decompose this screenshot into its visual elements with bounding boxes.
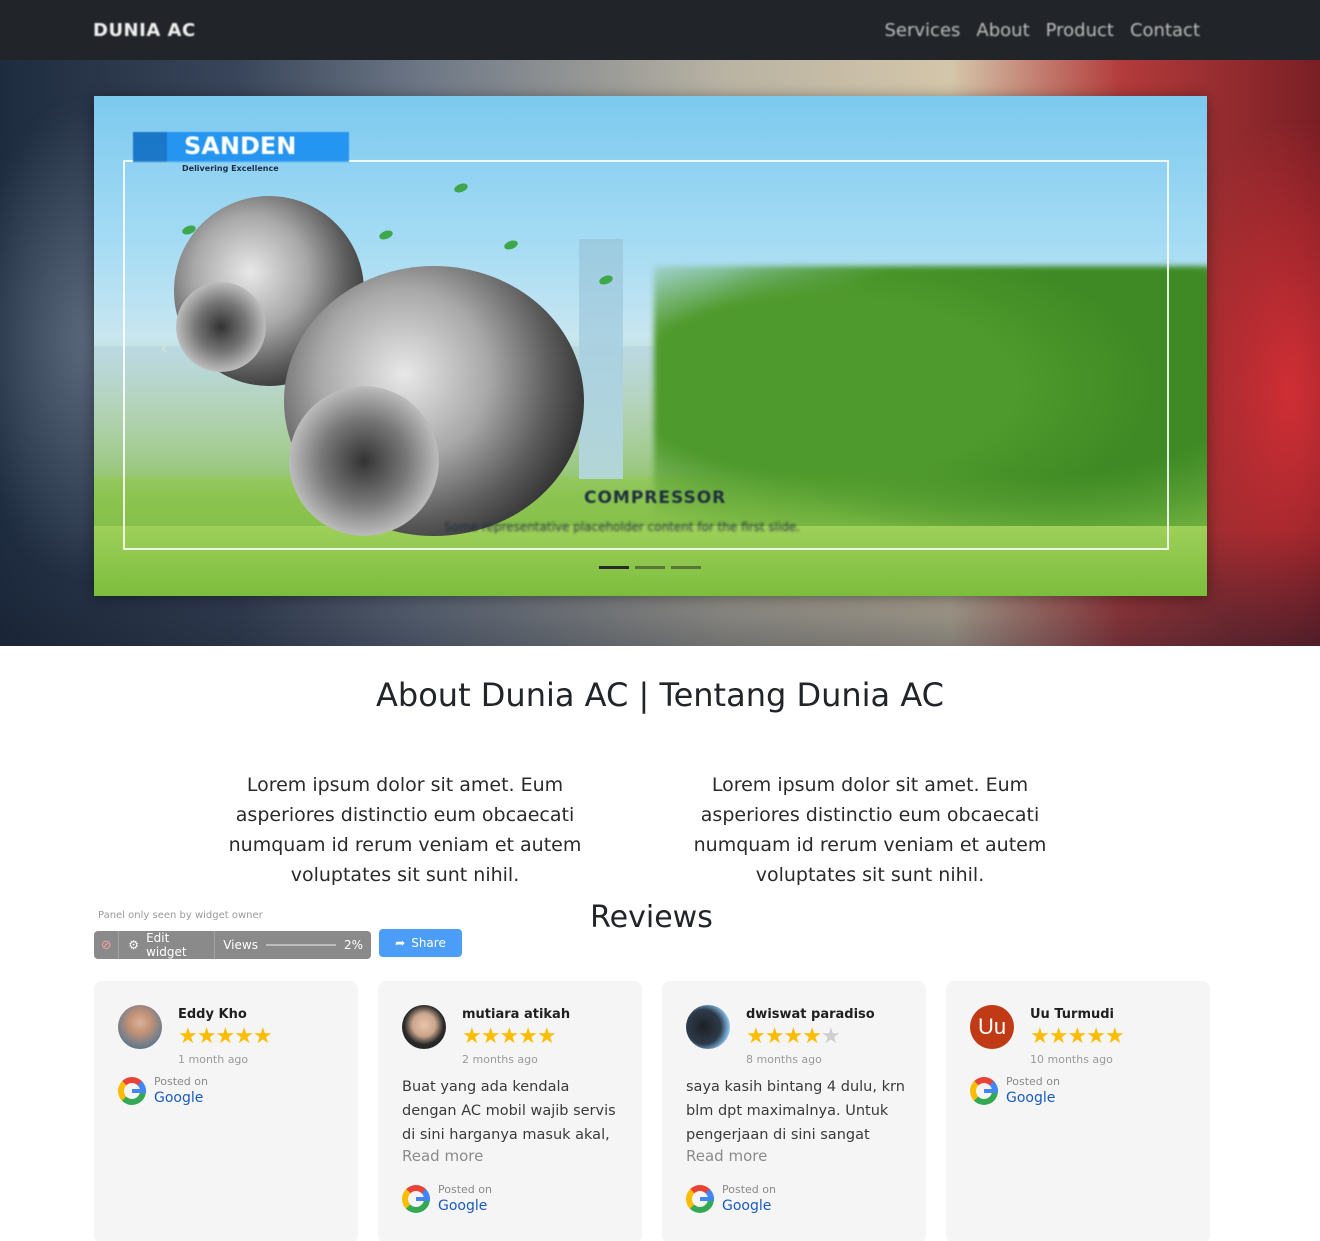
carousel-indicators (599, 566, 701, 569)
google-icon (686, 1185, 714, 1213)
posted-on-google: Posted on Google (118, 1075, 208, 1107)
views-progress-bar (265, 944, 336, 946)
google-icon (970, 1077, 998, 1105)
posted-on-google: Posted on Google (402, 1183, 492, 1215)
nav-links: Services About Product Contact (885, 20, 1201, 41)
avatar: Uu (970, 1005, 1014, 1049)
posted-on-google: Posted on Google (686, 1183, 776, 1215)
star-filled-icon: ★ (1030, 1024, 1050, 1049)
compressor-pulley-large (289, 386, 439, 536)
navbar: DUNIA AC Services About Product Contact (0, 0, 1320, 60)
nav-link-product[interactable]: Product (1046, 20, 1114, 41)
compressor-pulley-small (176, 282, 266, 372)
star-filled-icon: ★ (499, 1024, 519, 1049)
posted-label: Posted on (1006, 1075, 1060, 1088)
star-filled-icon: ★ (1104, 1024, 1125, 1049)
disable-widget-button[interactable]: ⊘ (94, 931, 118, 959)
carousel-indicator-1[interactable] (599, 566, 629, 569)
star-rating: ★★★★★ (1030, 1024, 1125, 1049)
review-text: Buat yang ada kendala dengan AC mobil wa… (402, 1079, 616, 1143)
star-filled-icon: ★ (746, 1024, 766, 1049)
views-meter: Views 2% (215, 938, 371, 952)
google-icon (118, 1077, 146, 1105)
slide-caption-text: Some representative placeholder content … (444, 520, 801, 534)
avatar (118, 1005, 162, 1049)
carousel-indicator-2[interactable] (635, 566, 665, 569)
star-filled-icon: ★ (1048, 1024, 1069, 1049)
read-more-link[interactable]: Read more (402, 1147, 483, 1165)
carousel-prev-button[interactable]: ‹ (160, 336, 168, 360)
star-filled-icon: ★ (252, 1024, 273, 1049)
review-time: 10 months ago (1030, 1053, 1113, 1066)
share-label: Share (411, 936, 446, 950)
star-rating: ★★★★★ (178, 1024, 273, 1049)
star-filled-icon: ★ (536, 1024, 557, 1049)
star-filled-icon: ★ (764, 1024, 785, 1049)
hero-background: SANDEN Delivering Excellence ‹ COMPRESSO… (0, 60, 1320, 646)
brand-logo[interactable]: DUNIA AC (93, 20, 196, 41)
google-icon (402, 1185, 430, 1213)
posted-label: Posted on (438, 1183, 492, 1196)
chevron-left-icon: ‹ (160, 336, 168, 360)
posted-source-link[interactable]: Google (154, 1089, 208, 1107)
star-filled-icon: ★ (234, 1024, 254, 1049)
reviewer-name[interactable]: Uu Turmudi (1030, 1007, 1114, 1022)
nav-link-services[interactable]: Services (885, 20, 961, 41)
star-filled-icon: ★ (1067, 1024, 1087, 1049)
star-filled-icon: ★ (1086, 1024, 1106, 1049)
review-card: Uu Uu Turmudi ★★★★★ 10 months ago Posted… (946, 981, 1210, 1241)
star-filled-icon: ★ (462, 1024, 482, 1049)
widget-owner-toolbar: ⊘ ⚙ Edit widget Views 2% (94, 931, 371, 959)
star-empty-icon: ★ (820, 1024, 841, 1049)
share-button[interactable]: ➦ Share (379, 929, 462, 957)
star-filled-icon: ★ (196, 1024, 217, 1049)
reviewer-name[interactable]: dwiswat paradiso (746, 1007, 875, 1022)
share-arrow-icon: ➦ (395, 936, 406, 950)
review-time: 1 month ago (178, 1053, 249, 1066)
star-filled-icon: ★ (178, 1024, 198, 1049)
posted-source-link[interactable]: Google (722, 1197, 776, 1215)
reviewer-name[interactable]: Eddy Kho (178, 1007, 247, 1022)
read-more-link[interactable]: Read more (686, 1147, 767, 1165)
star-filled-icon: ★ (480, 1024, 501, 1049)
posted-on-google: Posted on Google (970, 1075, 1060, 1107)
star-filled-icon: ★ (518, 1024, 538, 1049)
star-filled-icon: ★ (802, 1024, 822, 1049)
posted-label: Posted on (154, 1075, 208, 1088)
views-label: Views (223, 938, 258, 952)
reviews-title: Reviews (590, 900, 713, 935)
slide-caption-title: COMPRESSOR (584, 488, 727, 508)
sanden-logo-subtext: Delivering Excellence (182, 164, 279, 173)
star-filled-icon: ★ (215, 1024, 235, 1049)
posted-source-link[interactable]: Google (1006, 1089, 1060, 1107)
carousel-indicator-3[interactable] (671, 566, 701, 569)
star-filled-icon: ★ (783, 1024, 803, 1049)
posted-source-link[interactable]: Google (438, 1197, 492, 1215)
star-rating: ★★★★★ (746, 1024, 841, 1049)
views-percent: 2% (343, 938, 364, 952)
edit-widget-button[interactable]: ⚙ Edit widget (119, 931, 214, 959)
image-carousel[interactable]: SANDEN Delivering Excellence ‹ COMPRESSO… (94, 96, 1207, 596)
review-card: mutiara atikah ★★★★★ 2 months ago Buat y… (378, 981, 642, 1241)
review-card: dwiswat paradiso ★★★★★ 8 months ago saya… (662, 981, 926, 1241)
review-time: 8 months ago (746, 1053, 822, 1066)
review-time: 2 months ago (462, 1053, 538, 1066)
sanden-logo-mark (133, 132, 167, 162)
about-text-left: Lorem ipsum dolor sit amet. Eum asperior… (228, 774, 582, 886)
about-title: About Dunia AC | Tentang Dunia AC (376, 676, 944, 714)
stop-icon: ⊘ (100, 937, 112, 953)
star-rating: ★★★★★ (462, 1024, 557, 1049)
sanden-logo-text: SANDEN (184, 132, 297, 160)
edit-widget-label: Edit widget (146, 931, 187, 959)
review-text: saya kasih bintang 4 dulu, krn blm dpt m… (686, 1079, 905, 1143)
nav-link-about[interactable]: About (976, 20, 1029, 41)
avatar (686, 1005, 730, 1049)
avatar (402, 1005, 446, 1049)
about-text-right: Lorem ipsum dolor sit amet. Eum asperior… (693, 774, 1047, 886)
posted-label: Posted on (722, 1183, 776, 1196)
reviewer-name[interactable]: mutiara atikah (462, 1007, 570, 1022)
review-card: Eddy Kho ★★★★★ 1 month ago Posted on Goo… (94, 981, 358, 1241)
gear-icon: ⚙ (128, 938, 140, 952)
nav-link-contact[interactable]: Contact (1130, 20, 1200, 41)
